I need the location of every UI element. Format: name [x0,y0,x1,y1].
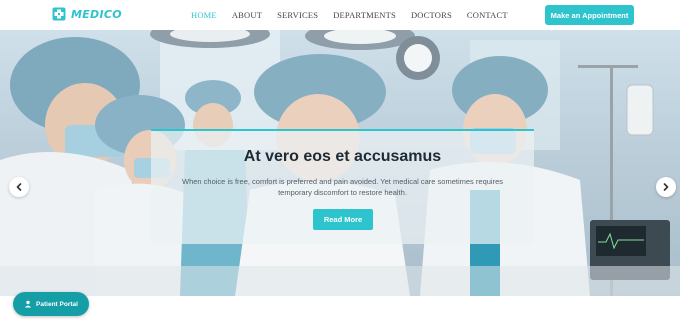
chevron-left-icon [16,183,22,191]
carousel-next-button[interactable] [656,177,676,197]
brand-name: MEDICO [71,7,122,21]
nav-item-departments[interactable]: DEPARTMENTS [333,10,396,20]
nav-item-home[interactable]: HOME [191,10,217,20]
read-more-button[interactable]: Read More [313,209,373,230]
hero-caption: At vero eos et accusamus When choice is … [151,129,534,244]
nav-item-doctors[interactable]: DOCTORS [411,10,452,20]
user-icon [24,300,32,308]
hero-title: At vero eos et accusamus [243,148,442,165]
hero-text: When choice is free, comfort is preferre… [182,177,503,197]
chevron-right-icon [663,183,669,191]
nav-item-services[interactable]: SERVICES [277,10,318,20]
main-nav: HOME ABOUT SERVICES DEPARTMENTS DOCTORS … [191,10,508,20]
site-header: MEDICO HOME ABOUT SERVICES DEPARTMENTS D… [0,0,680,30]
nav-item-contact[interactable]: CONTACT [467,10,508,20]
medical-cross-icon [52,7,66,21]
make-appointment-button[interactable]: Make an Appointment [545,5,634,25]
hero-carousel: At vero eos et accusamus When choice is … [0,30,680,296]
patient-portal-button[interactable]: Patient Portal [13,292,89,316]
carousel-prev-button[interactable] [9,177,29,197]
patient-portal-label: Patient Portal [36,300,78,308]
logo[interactable]: MEDICO [52,7,122,21]
nav-item-about[interactable]: ABOUT [232,10,262,20]
